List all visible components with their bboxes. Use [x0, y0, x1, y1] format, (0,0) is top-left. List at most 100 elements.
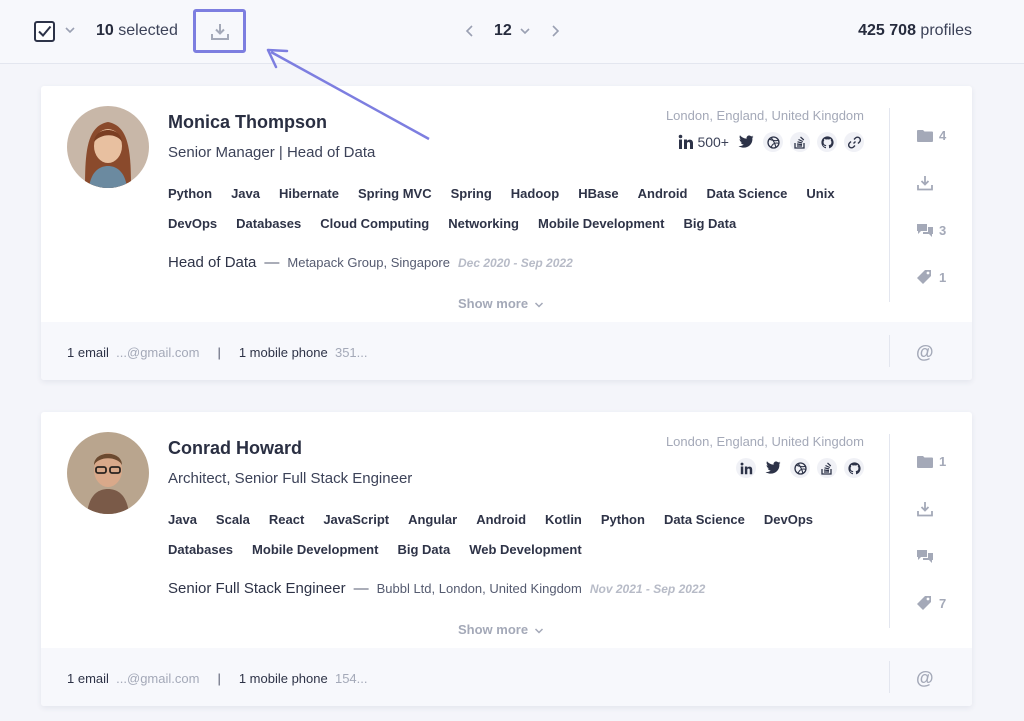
download-profile-button[interactable]: [916, 501, 934, 517]
profile-card: Conrad Howard Architect, Senior Full Sta…: [41, 412, 972, 706]
skill-tag[interactable]: Hadoop: [511, 185, 559, 203]
skill-tag[interactable]: Databases: [236, 215, 301, 233]
skill-tag[interactable]: Cloud Computing: [320, 215, 429, 233]
select-all-checkbox[interactable]: [34, 21, 55, 42]
avatar[interactable]: [67, 432, 149, 514]
divider: [889, 661, 890, 693]
skill-tag[interactable]: Spring: [451, 185, 492, 203]
twitter-icon[interactable]: [736, 132, 756, 152]
skill-tag[interactable]: DevOps: [168, 215, 217, 233]
chevron-down-icon[interactable]: [64, 24, 76, 36]
page-dropdown-chevron-icon[interactable]: [519, 25, 531, 37]
email-value[interactable]: ...@gmail.com: [116, 671, 199, 686]
skill-tag[interactable]: Networking: [448, 215, 519, 233]
linkedin-connections: 500+: [697, 134, 729, 150]
folders-button[interactable]: 4: [916, 128, 946, 143]
skills-list: Java Scala React JavaScript Angular Andr…: [168, 511, 868, 559]
download-icon: [917, 502, 933, 517]
phone-value[interactable]: 154...: [335, 671, 368, 686]
skill-tag[interactable]: Spring MVC: [358, 185, 432, 203]
at-icon[interactable]: @: [916, 668, 934, 689]
skills-list: Python Java Hibernate Spring MVC Spring …: [168, 185, 868, 233]
email-count[interactable]: 1 email: [67, 345, 109, 360]
skill-tag[interactable]: Java: [231, 185, 260, 203]
comment-icon: [917, 550, 933, 563]
dribbble-icon[interactable]: [763, 132, 783, 152]
github-icon[interactable]: [844, 458, 864, 478]
dribbble-icon[interactable]: [790, 458, 810, 478]
contact-info: 1 email ...@gmail.com | 1 mobile phone 351…: [67, 345, 368, 360]
job-dates: Dec 2020 - Sep 2022: [458, 256, 573, 270]
skill-tag[interactable]: Scala: [216, 511, 250, 529]
link-icon[interactable]: [844, 132, 864, 152]
download-icon: [211, 24, 229, 40]
page-number[interactable]: 12: [494, 22, 512, 40]
github-icon[interactable]: [817, 132, 837, 152]
stackoverflow-icon[interactable]: [790, 132, 810, 152]
toolbar: 10 selected 12 425 708 profiles: [0, 0, 1024, 64]
skill-tag[interactable]: Android: [638, 185, 688, 203]
email-count[interactable]: 1 email: [67, 671, 109, 686]
email-value[interactable]: ...@gmail.com: [116, 345, 199, 360]
show-more-button[interactable]: Show more: [458, 622, 544, 637]
tags-button[interactable]: 7: [916, 595, 946, 611]
comment-icon: [917, 224, 933, 237]
checkmark-icon: [38, 25, 52, 37]
stackoverflow-icon[interactable]: [817, 458, 837, 478]
skill-tag[interactable]: Python: [601, 511, 645, 529]
skill-tag[interactable]: React: [269, 511, 304, 529]
phone-value[interactable]: 351...: [335, 345, 368, 360]
profiles-count: 425 708 profiles: [858, 22, 972, 39]
phone-count[interactable]: 1 mobile phone: [239, 671, 328, 686]
download-profile-button[interactable]: [916, 175, 934, 191]
skill-tag[interactable]: Android: [476, 511, 526, 529]
skill-tag[interactable]: Mobile Development: [538, 215, 664, 233]
skill-tag[interactable]: JavaScript: [323, 511, 389, 529]
divider: [889, 108, 890, 302]
skill-tag[interactable]: Big Data: [397, 541, 450, 559]
avatar[interactable]: [67, 106, 149, 188]
skill-tag[interactable]: Big Data: [683, 215, 736, 233]
at-icon[interactable]: @: [916, 342, 934, 363]
selected-count: 10 selected: [96, 22, 178, 39]
skill-tag[interactable]: Hibernate: [279, 185, 339, 203]
download-icon: [917, 176, 933, 191]
social-links: 500+: [678, 132, 864, 152]
chevron-left-icon[interactable]: [464, 23, 476, 39]
profile-name[interactable]: Monica Thompson: [168, 112, 327, 133]
comments-button[interactable]: [916, 548, 934, 564]
chevron-right-icon[interactable]: [549, 23, 561, 39]
profile-card: Monica Thompson Senior Manager | Head of…: [41, 86, 972, 380]
skill-tag[interactable]: Web Development: [469, 541, 581, 559]
job-title: Senior Full Stack Engineer: [168, 580, 346, 597]
tags-button[interactable]: 1: [916, 269, 946, 285]
linkedin-icon[interactable]: 500+: [678, 132, 729, 152]
skill-tag[interactable]: Kotlin: [545, 511, 582, 529]
twitter-icon[interactable]: [763, 458, 783, 478]
folders-button[interactable]: 1: [916, 454, 946, 469]
folder-icon: [917, 129, 933, 142]
skill-tag[interactable]: Mobile Development: [252, 541, 378, 559]
phone-count[interactable]: 1 mobile phone: [239, 345, 328, 360]
skill-tag[interactable]: Python: [168, 185, 212, 203]
skill-tag[interactable]: Angular: [408, 511, 457, 529]
profile-title: Senior Manager | Head of Data: [168, 144, 376, 161]
job-title: Head of Data: [168, 254, 257, 271]
job-company: Metapack Group, Singapore: [287, 255, 450, 270]
download-selected-button[interactable]: [193, 9, 246, 53]
tag-icon: [917, 270, 931, 284]
show-more-button[interactable]: Show more: [458, 296, 544, 311]
comments-button[interactable]: 3: [916, 222, 946, 238]
linkedin-icon[interactable]: [736, 458, 756, 478]
skill-tag[interactable]: DevOps: [764, 511, 813, 529]
skill-tag[interactable]: Java: [168, 511, 197, 529]
skill-tag[interactable]: Databases: [168, 541, 233, 559]
skill-tag[interactable]: Data Science: [706, 185, 787, 203]
profile-title: Architect, Senior Full Stack Engineer: [168, 470, 413, 487]
skill-tag[interactable]: Data Science: [664, 511, 745, 529]
profile-name[interactable]: Conrad Howard: [168, 438, 302, 459]
tag-icon: [917, 596, 931, 610]
skill-tag[interactable]: HBase: [578, 185, 618, 203]
social-links: [736, 458, 864, 478]
skill-tag[interactable]: Unix: [806, 185, 834, 203]
